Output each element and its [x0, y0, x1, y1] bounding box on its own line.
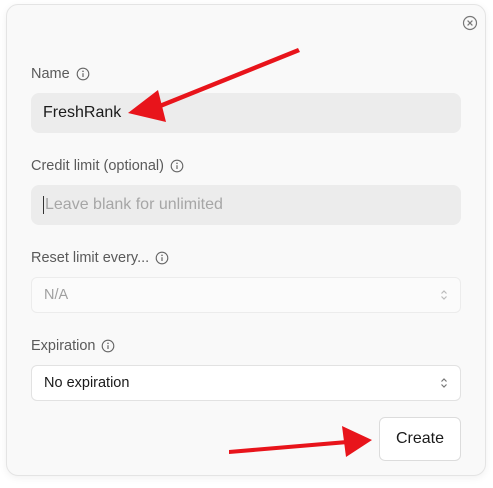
reset-limit-select[interactable]: N/A — [31, 277, 461, 313]
info-icon[interactable] — [170, 159, 184, 173]
expiration-select[interactable]: No expiration — [31, 365, 461, 401]
create-button[interactable]: Create — [379, 417, 461, 461]
reset-limit-selected: N/A — [44, 287, 69, 303]
text-cursor — [43, 196, 44, 214]
info-icon[interactable] — [101, 339, 115, 353]
chevron-up-down-icon — [441, 378, 447, 388]
chevron-up-down-icon — [441, 290, 447, 300]
credit-limit-placeholder: Leave blank for unlimited — [45, 196, 223, 213]
create-key-dialog: Name FreshRank Credit limit (optional) L… — [6, 4, 486, 476]
reset-limit-label: Reset limit every... — [31, 250, 169, 266]
name-input-value: FreshRank — [43, 104, 122, 121]
name-input[interactable]: FreshRank — [31, 93, 461, 133]
credit-limit-input[interactable]: Leave blank for unlimited — [31, 185, 461, 225]
reset-limit-label-text: Reset limit every... — [31, 250, 150, 266]
create-button-label: Create — [395, 430, 445, 447]
credit-limit-label-text: Credit limit (optional) — [31, 158, 164, 174]
close-icon[interactable] — [462, 15, 478, 31]
name-label-text: Name — [31, 66, 70, 82]
name-label: Name — [31, 66, 90, 82]
credit-limit-label: Credit limit (optional) — [31, 158, 184, 174]
expiration-label-text: Expiration — [31, 338, 96, 354]
expiration-selected: No expiration — [44, 375, 130, 391]
info-icon[interactable] — [76, 67, 90, 81]
expiration-label: Expiration — [31, 338, 115, 354]
info-icon[interactable] — [155, 251, 169, 265]
